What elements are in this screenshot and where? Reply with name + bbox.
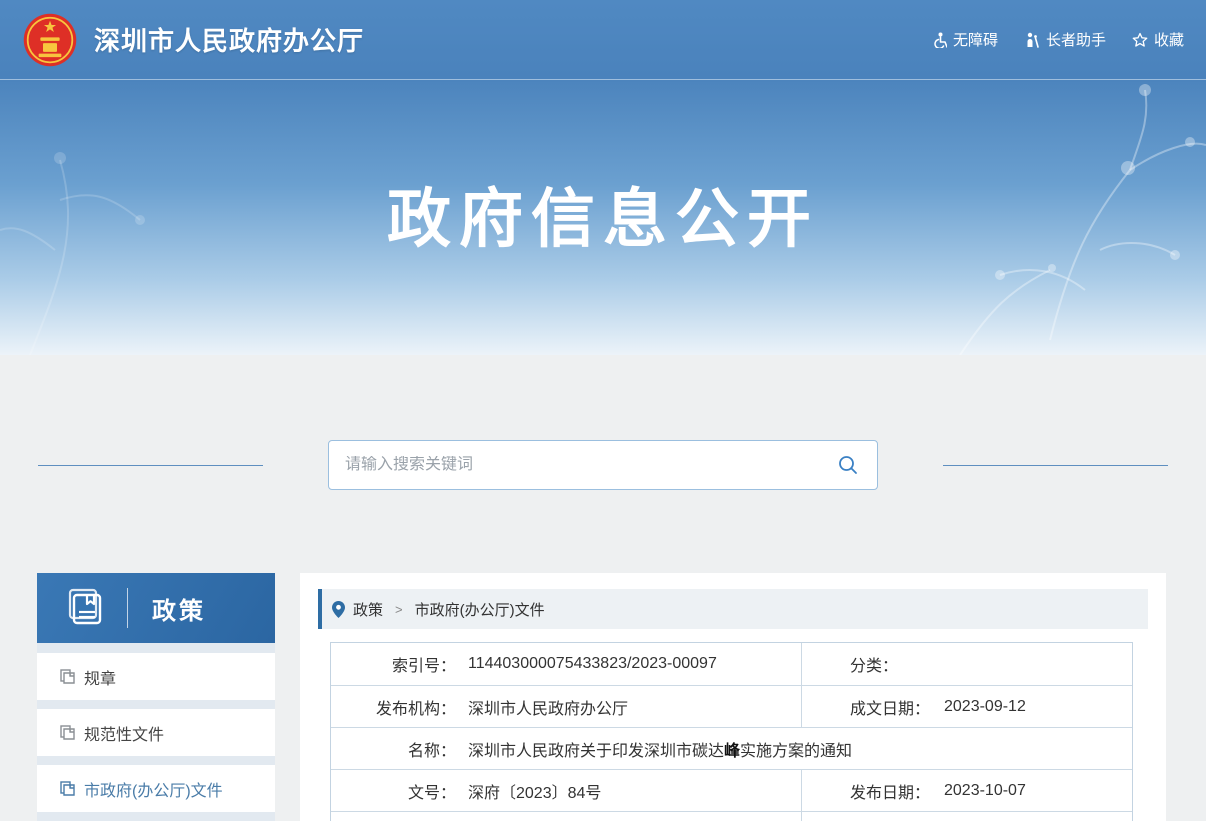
name-cell: 名称： 深圳市人民政府关于印发深圳市碳达峰实施方案的通知 <box>331 737 1132 761</box>
date-published-label: 发布日期： <box>850 779 942 803</box>
partial-cell-right <box>801 812 1132 821</box>
search-divider-left <box>38 465 263 466</box>
document-name-highlight: 峰 <box>724 743 740 760</box>
index-cell: 索引号： 114403000075433823/2023-00097 <box>331 643 801 685</box>
sidebar-item-regulations[interactable]: 规章 <box>37 653 275 700</box>
elder-assist-link[interactable]: 长者助手 <box>1024 29 1106 50</box>
document-icon <box>60 781 75 796</box>
table-row-partial <box>331 811 1132 821</box>
doc-number-value: 深府〔2023〕84号 <box>468 779 601 803</box>
table-row-agency-date: 发布机构： 深圳市人民政府办公厅 成文日期： 2023-09-12 <box>331 685 1132 727</box>
location-pin-icon <box>332 601 345 618</box>
date-written-value: 2023-09-12 <box>944 698 1026 716</box>
table-row-name: 名称： 深圳市人民政府关于印发深圳市碳达峰实施方案的通知 <box>331 727 1132 769</box>
search-button[interactable] <box>835 452 861 478</box>
accessibility-link[interactable]: 无障碍 <box>931 29 998 50</box>
table-row-docnumber-date: 文号： 深府〔2023〕84号 发布日期： 2023-10-07 <box>331 769 1132 811</box>
category-label: 分类： <box>850 652 942 676</box>
breadcrumb-separator: > <box>395 602 403 617</box>
document-name: 深圳市人民政府关于印发深圳市碳达峰实施方案的通知 <box>468 737 852 761</box>
main-panel: 政策 > 市政府(办公厅)文件 索引号： 114403000075433823/… <box>300 573 1166 821</box>
breadcrumb: 政策 > 市政府(办公厅)文件 <box>318 589 1148 629</box>
elder-assist-icon <box>1024 32 1040 48</box>
favorite-link[interactable]: 收藏 <box>1132 29 1184 50</box>
accessibility-label: 无障碍 <box>953 29 998 50</box>
breadcrumb-link-policy[interactable]: 政策 <box>353 599 383 620</box>
index-value: 114403000075433823/2023-00097 <box>468 655 717 673</box>
sidebar: 政策 规章 规范性文件 <box>37 573 275 821</box>
table-row-index-category: 索引号： 114403000075433823/2023-00097 分类： <box>331 643 1132 685</box>
search-box <box>328 440 878 490</box>
sidebar-item-municipal-government-documents[interactable]: 市政府(办公厅)文件 <box>37 765 275 812</box>
page-banner: 政府信息公开 <box>0 80 1206 355</box>
content-area: 政策 规章 规范性文件 <box>0 573 1206 821</box>
top-header: 深圳市人民政府办公厅 无障碍 长者助手 收藏 <box>0 0 1206 80</box>
category-cell: 分类： <box>801 643 1132 685</box>
agency-cell: 发布机构： 深圳市人民政府办公厅 <box>331 686 801 727</box>
index-label: 索引号： <box>331 652 456 676</box>
search-section <box>0 355 1206 490</box>
star-icon <box>1132 32 1148 48</box>
date-written-label: 成文日期： <box>850 695 942 719</box>
doc-number-cell: 文号： 深府〔2023〕84号 <box>331 770 801 811</box>
document-meta-table: 索引号： 114403000075433823/2023-00097 分类： 发… <box>330 642 1133 821</box>
sidebar-item-label: 规范性文件 <box>84 721 164 745</box>
date-written-cell: 成文日期： 2023-09-12 <box>801 686 1132 727</box>
sidebar-item-normative-documents[interactable]: 规范性文件 <box>37 709 275 756</box>
document-name-prefix: 深圳市人民政府关于印发深圳市碳达 <box>468 743 724 760</box>
sidebar-header-divider <box>127 588 128 628</box>
document-name-suffix: 实施方案的通知 <box>740 743 852 760</box>
search-input[interactable] <box>345 456 835 474</box>
sidebar-title: 政策 <box>152 591 206 626</box>
accessibility-icon <box>931 32 947 48</box>
partial-cell-left <box>331 812 801 821</box>
sidebar-item-label: 市政府(办公厅)文件 <box>84 777 223 801</box>
search-icon <box>837 454 859 476</box>
document-icon <box>60 725 75 740</box>
topbar-links: 无障碍 长者助手 收藏 <box>931 29 1184 50</box>
sidebar-header: 政策 <box>37 573 275 643</box>
breadcrumb-current: 市政府(办公厅)文件 <box>415 599 545 620</box>
search-divider-right <box>943 465 1168 466</box>
name-label: 名称： <box>331 737 456 761</box>
doc-number-label: 文号： <box>331 779 456 803</box>
agency-value: 深圳市人民政府办公厅 <box>468 695 628 719</box>
favorite-label: 收藏 <box>1154 29 1184 50</box>
policy-book-icon <box>63 587 105 629</box>
elder-assist-label: 长者助手 <box>1046 29 1106 50</box>
site-title: 深圳市人民政府办公厅 <box>94 21 364 58</box>
page-title: 政府信息公开 <box>0 80 1206 260</box>
date-published-value: 2023-10-07 <box>944 782 1026 800</box>
agency-label: 发布机构： <box>331 695 456 719</box>
national-emblem-logo <box>22 12 78 68</box>
document-icon <box>60 669 75 684</box>
sidebar-item-label: 规章 <box>84 665 116 689</box>
date-published-cell: 发布日期： 2023-10-07 <box>801 770 1132 811</box>
sidebar-menu: 规章 规范性文件 市政府(办公厅)文件 <box>37 643 275 812</box>
